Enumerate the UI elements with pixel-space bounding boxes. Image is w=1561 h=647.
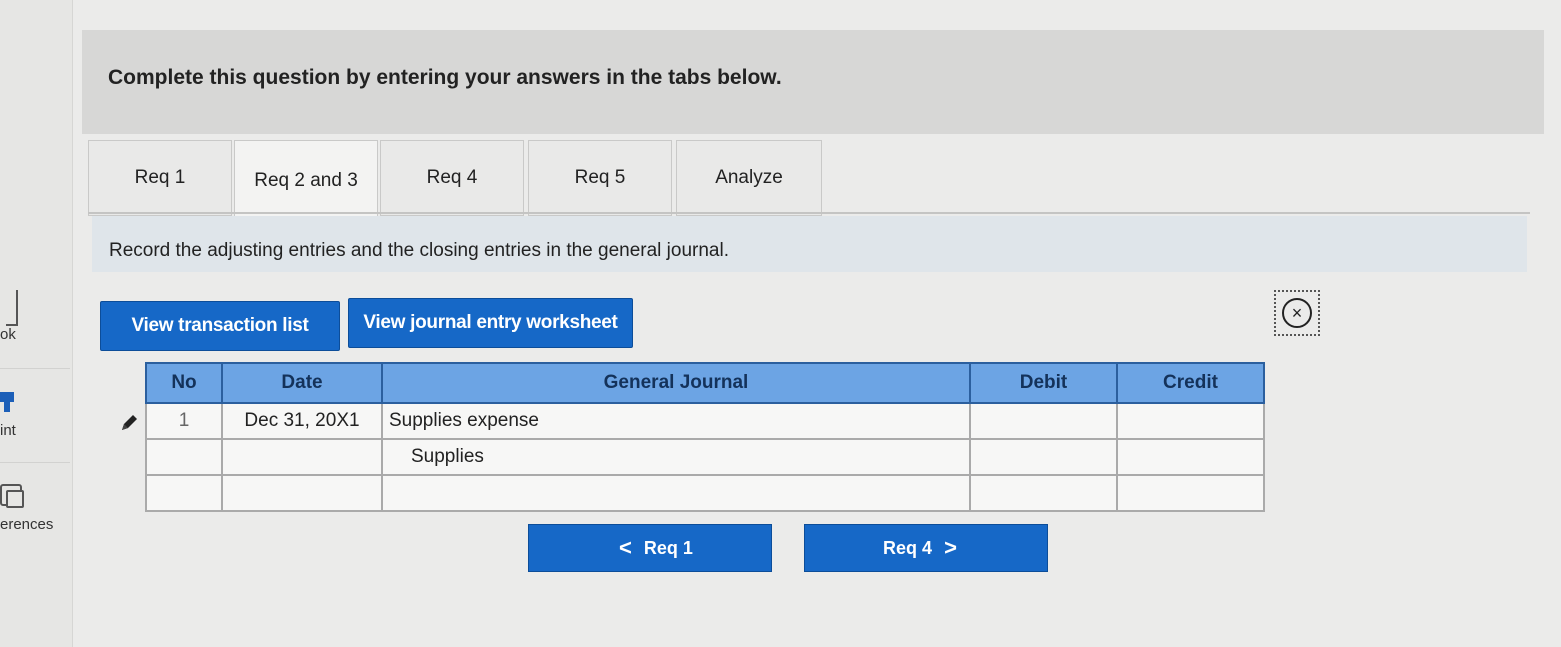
tab-analyze[interactable]: Analyze — [676, 140, 822, 216]
sidebar-item-label: int — [0, 422, 16, 439]
tab-req-1[interactable]: Req 1 — [88, 140, 232, 216]
column-header-no: No — [145, 362, 223, 404]
table-row: Supplies — [145, 438, 1265, 476]
instruction-text: Record the adjusting entries and the clo… — [109, 240, 729, 261]
tab-req-4[interactable]: Req 4 — [380, 140, 524, 216]
cell-debit[interactable] — [969, 474, 1118, 512]
pencil-icon[interactable] — [118, 412, 140, 434]
tab-divider — [88, 212, 1530, 214]
close-button[interactable]: × — [1274, 290, 1320, 336]
view-transaction-list-button[interactable]: View transaction list — [100, 301, 340, 351]
cell-date[interactable]: Dec 31, 20X1 — [221, 402, 383, 440]
table-header-row: No Date General Journal Debit Credit — [145, 362, 1265, 404]
next-req-label: Req 4 — [883, 537, 933, 558]
cell-credit[interactable] — [1116, 474, 1265, 512]
next-req-button[interactable]: Req 4 > — [804, 524, 1048, 572]
cell-credit[interactable] — [1116, 402, 1265, 440]
sidebar-item-references[interactable]: erences — [0, 484, 70, 544]
column-header-credit: Credit — [1116, 362, 1265, 404]
cell-credit[interactable] — [1116, 438, 1265, 476]
references-icon — [0, 484, 24, 508]
chevron-right-icon: > — [944, 535, 957, 560]
column-header-general-journal: General Journal — [381, 362, 971, 404]
table-row — [145, 474, 1265, 512]
cell-no — [145, 438, 223, 476]
sidebar-divider — [0, 368, 70, 369]
cell-debit[interactable] — [969, 438, 1118, 476]
sidebar-item-print[interactable]: int — [0, 392, 70, 452]
sidebar-item-label: erences — [0, 516, 54, 533]
sidebar-divider — [0, 462, 70, 463]
bookmark-icon — [6, 290, 18, 326]
prev-req-button[interactable]: < Req 1 — [528, 524, 772, 572]
cell-no — [145, 474, 223, 512]
cell-account[interactable]: Supplies — [381, 438, 971, 476]
print-icon — [0, 392, 14, 414]
table-row: 1 Dec 31, 20X1 Supplies expense — [145, 402, 1265, 440]
sidebar-item-bookmark[interactable]: ok — [0, 290, 70, 350]
cell-date[interactable] — [221, 438, 383, 476]
question-banner: Complete this question by entering your … — [82, 30, 1544, 134]
tab-req-2-and-3[interactable]: Req 2 and 3 — [234, 140, 378, 220]
tab-req-5[interactable]: Req 5 — [528, 140, 672, 216]
column-header-date: Date — [221, 362, 383, 404]
cell-account[interactable] — [381, 474, 971, 512]
chevron-left-icon: < — [619, 535, 632, 560]
view-journal-entry-worksheet-button[interactable]: View journal entry worksheet — [348, 298, 633, 348]
cell-account[interactable]: Supplies expense — [381, 402, 971, 440]
prev-req-label: Req 1 — [643, 537, 693, 558]
close-icon: × — [1282, 298, 1312, 328]
instruction-bar: Record the adjusting entries and the clo… — [92, 216, 1527, 272]
cell-debit[interactable] — [969, 402, 1118, 440]
sidebar-item-label: ok — [0, 326, 16, 343]
banner-text: Complete this question by entering your … — [108, 66, 782, 89]
general-journal-table: No Date General Journal Debit Credit 1 D… — [145, 362, 1265, 512]
sidebar: ok int erences — [0, 0, 73, 647]
cell-date[interactable] — [221, 474, 383, 512]
column-header-debit: Debit — [969, 362, 1118, 404]
cell-no: 1 — [145, 402, 223, 440]
